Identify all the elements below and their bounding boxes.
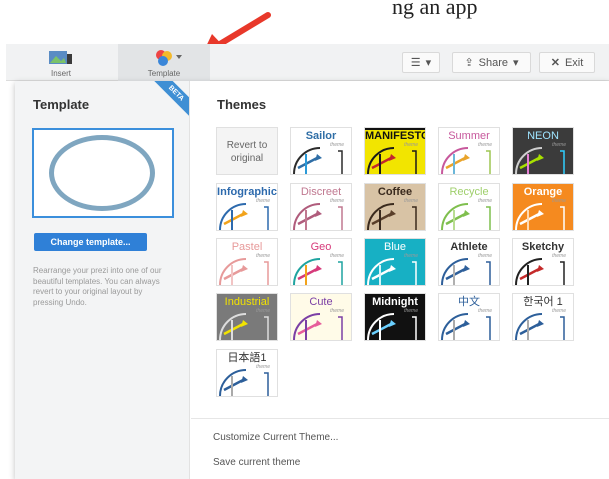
theme-tile-geo[interactable]: Geo theme	[290, 238, 352, 286]
themes-heading: Themes	[217, 97, 267, 112]
theme-tile-manifesto[interactable]: MANIFESTO theme	[364, 127, 426, 175]
change-template-button[interactable]: Change template...	[34, 233, 147, 251]
insert-button[interactable]: Insert	[32, 44, 90, 81]
theme-subtitle: theme	[330, 253, 344, 259]
template-description: Rearrange your prezi into one of our bea…	[33, 266, 162, 307]
theme-subtitle: theme	[330, 198, 344, 204]
theme-subtitle: theme	[552, 253, 566, 259]
theme-name: Blue	[383, 241, 407, 253]
theme-subtitle: theme	[478, 142, 492, 148]
theme-name: Midnight	[372, 296, 418, 308]
theme-tile-midnight[interactable]: Midnight theme	[364, 293, 426, 341]
theme-name: Sailor	[305, 130, 337, 142]
theme-name: Orange	[523, 186, 563, 198]
theme-subtitle: theme	[478, 253, 492, 259]
insert-image-icon	[49, 51, 72, 64]
template-preview-circle	[49, 135, 155, 211]
divider	[191, 418, 609, 419]
share-icon: ⇪	[464, 57, 474, 69]
theme-subtitle: theme	[330, 142, 344, 148]
theme-name: Sketchy	[521, 241, 565, 253]
theme-name: Athlete	[450, 241, 488, 253]
theme-tile-1[interactable]: 한국어 1 theme	[512, 293, 574, 341]
revert-line-2: original	[230, 153, 264, 164]
template-label: Template	[147, 69, 181, 78]
chevron-down-icon: ▾	[513, 57, 519, 69]
beta-badge: BETA	[150, 81, 189, 120]
theme-name: Cute	[309, 296, 333, 308]
theme-tile-industrial[interactable]: Industrial theme	[216, 293, 278, 341]
save-theme-link[interactable]: Save current theme	[213, 457, 300, 468]
theme-subtitle: theme	[404, 308, 418, 314]
theme-name: 中文	[458, 296, 480, 308]
exit-button[interactable]: ✕ Exit	[539, 52, 595, 73]
theme-name: 한국어 1	[523, 296, 563, 308]
customize-theme-link[interactable]: Customize Current Theme...	[213, 432, 338, 443]
theme-subtitle: theme	[256, 308, 270, 314]
theme-tile-recycle[interactable]: Recycle theme	[438, 183, 500, 231]
insert-label: Insert	[50, 69, 71, 78]
theme-tile-coffee[interactable]: Coffee theme	[364, 183, 426, 231]
theme-name: MANIFESTO	[365, 130, 426, 142]
chevron-down-icon: ▾	[425, 57, 432, 69]
theme-tile-infographic[interactable]: Infographic theme	[216, 183, 278, 231]
theme-name: Discreet	[300, 186, 342, 198]
template-button[interactable]: Template	[118, 44, 210, 81]
share-button[interactable]: ⇪ Share ▾	[452, 52, 531, 73]
theme-subtitle: theme	[552, 142, 566, 148]
revert-line-1: Revert to	[226, 140, 268, 151]
theme-tile-neon[interactable]: NEON theme	[512, 127, 574, 175]
theme-name: Summer	[448, 130, 490, 142]
revert-to-original-tile[interactable]: Revert to original	[216, 127, 278, 175]
theme-name: NEON	[527, 130, 559, 142]
theme-subtitle: theme	[404, 142, 418, 148]
template-palette-icon	[156, 50, 182, 66]
theme-subtitle: theme	[256, 364, 270, 370]
theme-tile-lang[interactable]: 中文 theme	[438, 293, 500, 341]
theme-tile-orange[interactable]: Orange theme	[512, 183, 574, 231]
theme-tile-sketchy[interactable]: Sketchy theme	[512, 238, 574, 286]
theme-tile-cute[interactable]: Cute theme	[290, 293, 352, 341]
theme-subtitle: theme	[330, 308, 344, 314]
theme-subtitle: theme	[256, 198, 270, 204]
theme-subtitle: theme	[404, 198, 418, 204]
theme-name: Geo	[310, 241, 332, 253]
theme-name: Coffee	[377, 186, 413, 198]
template-panel: BETA Template Change template... Rearran…	[15, 81, 609, 479]
close-icon: ✕	[550, 57, 560, 69]
theme-name: Recycle	[449, 186, 489, 198]
theme-name: Pastel	[231, 241, 263, 253]
theme-subtitle: theme	[552, 308, 566, 314]
theme-subtitle: theme	[478, 198, 492, 204]
template-heading: Template	[33, 97, 90, 112]
exit-label: Exit	[564, 56, 584, 69]
theme-name: 日本語1	[227, 352, 267, 364]
share-label: Share	[478, 56, 509, 69]
menu-button[interactable]: ☰ ▾	[402, 52, 440, 73]
hamburger-icon: ☰	[410, 57, 421, 69]
theme-name: Industrial	[224, 296, 270, 308]
theme-tile-summer[interactable]: Summer theme	[438, 127, 500, 175]
theme-subtitle: theme	[256, 253, 270, 259]
theme-tile-1[interactable]: 日本語1 theme	[216, 349, 278, 397]
theme-name: Infographic	[217, 186, 277, 198]
theme-tile-blue[interactable]: Blue theme	[364, 238, 426, 286]
theme-subtitle: theme	[552, 198, 566, 204]
theme-tile-sailor[interactable]: Sailor theme	[290, 127, 352, 175]
template-sidebar: BETA Template Change template... Rearran…	[15, 81, 190, 479]
toolbar: Insert Template ☰ ▾ ⇪ Share ▾ ✕ Exit	[6, 44, 609, 81]
theme-subtitle: theme	[478, 308, 492, 314]
theme-tile-discreet[interactable]: Discreet theme	[290, 183, 352, 231]
theme-tile-athlete[interactable]: Athlete theme	[438, 238, 500, 286]
template-preview[interactable]	[32, 128, 174, 218]
theme-subtitle: theme	[404, 253, 418, 259]
theme-tile-pastel[interactable]: Pastel theme	[216, 238, 278, 286]
